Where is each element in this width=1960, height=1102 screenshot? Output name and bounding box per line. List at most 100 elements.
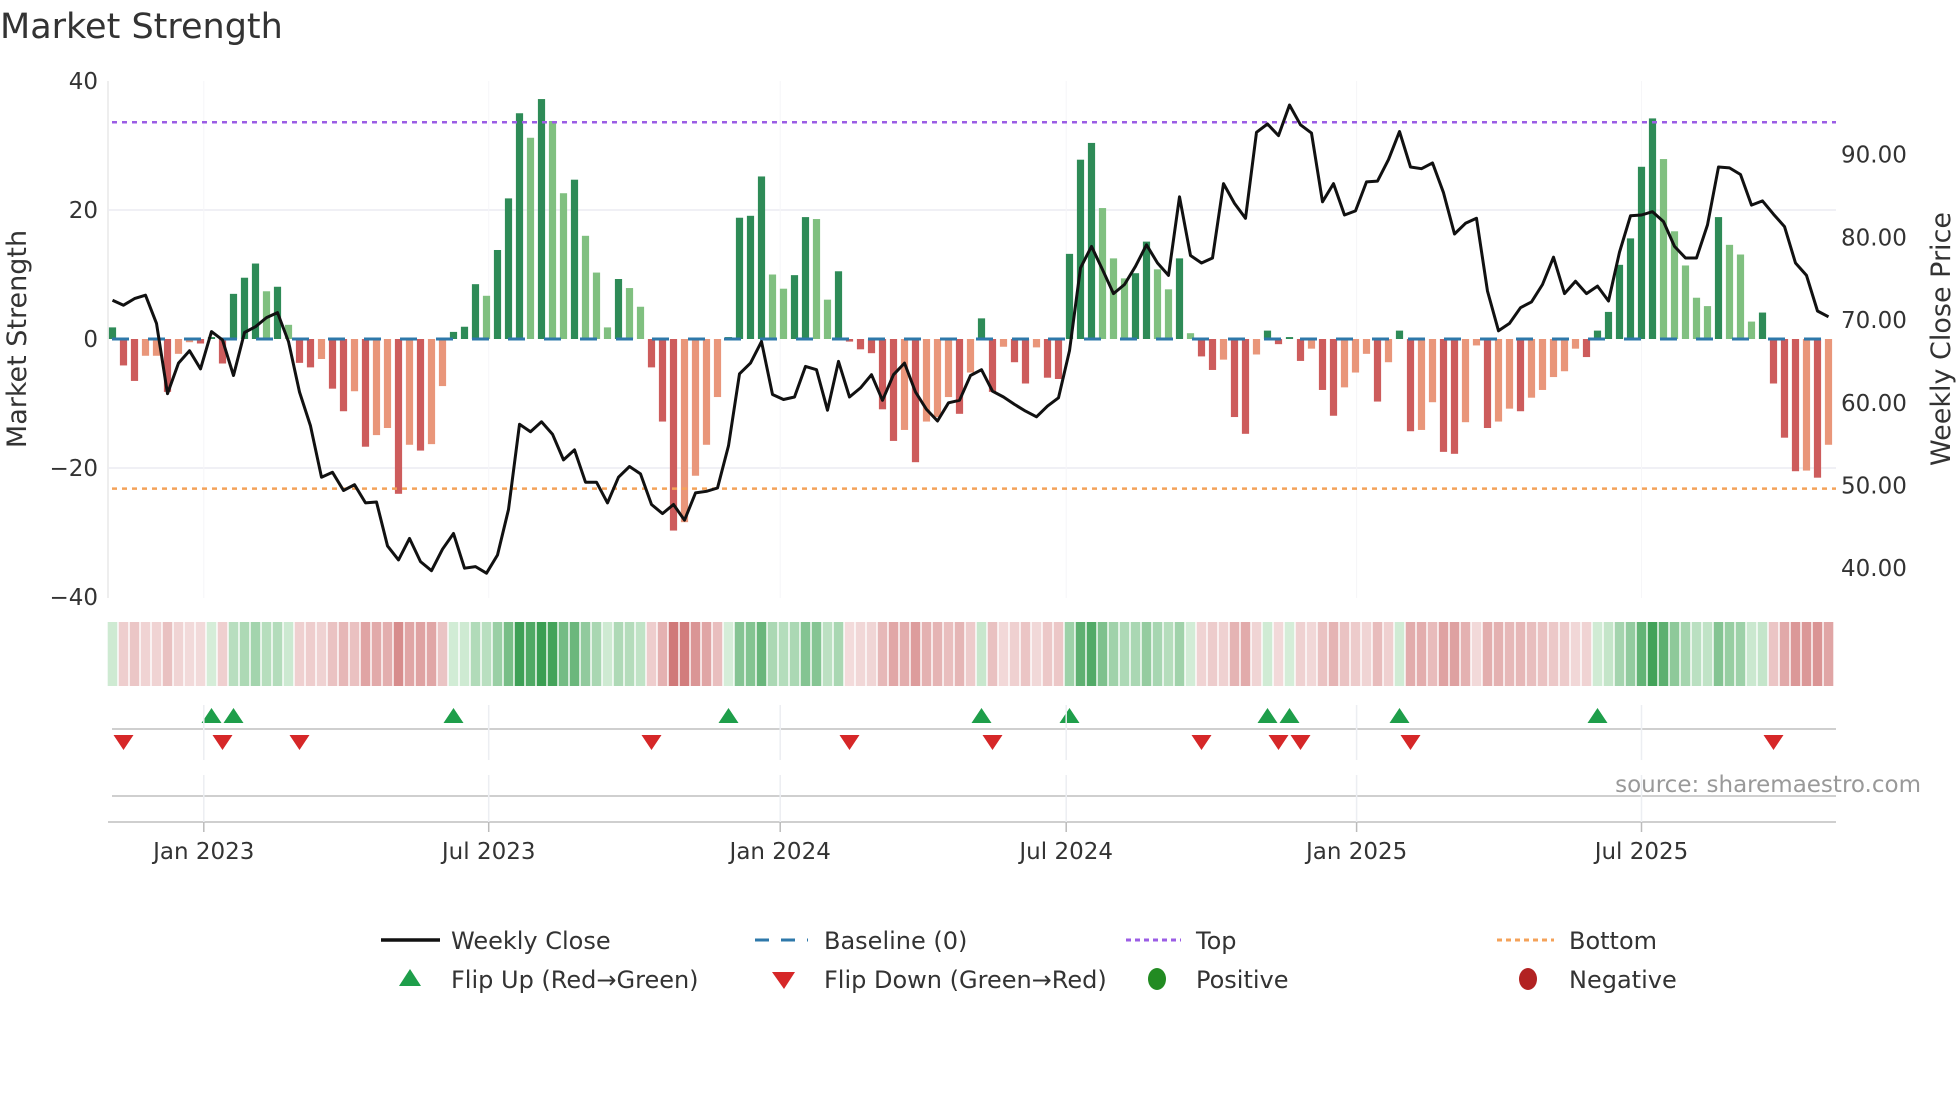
strip-cell (965, 622, 976, 686)
strip-cell (1482, 622, 1493, 686)
strip-cell (1185, 622, 1196, 686)
strip-cell (1680, 622, 1691, 686)
bar-positive (1626, 238, 1635, 339)
bar-negative (1219, 339, 1228, 360)
strip-cell (1042, 622, 1053, 686)
bar-positive (559, 193, 568, 339)
strip-cell (1438, 622, 1449, 686)
strip-cell (1108, 622, 1119, 686)
legend-label: Positive (1196, 966, 1289, 994)
bar-negative (394, 339, 403, 494)
x-tick-label: Jan 2023 (151, 839, 254, 865)
reference-lines (112, 121, 1836, 490)
strip-cell (107, 622, 118, 686)
bar-negative (1241, 339, 1250, 434)
strip-cell (151, 622, 162, 686)
strip-cell (1130, 622, 1141, 686)
flip-up-marker (718, 708, 739, 723)
bar-negative (306, 339, 315, 368)
bar-negative (1054, 339, 1063, 379)
strip-cell (272, 622, 283, 686)
strip-cell (580, 622, 591, 686)
strip-cell (1152, 622, 1163, 686)
flip-down-marker (1400, 735, 1421, 750)
bar-positive (768, 274, 777, 339)
bar-negative (1373, 339, 1382, 402)
strip-cell (1460, 622, 1471, 686)
y2-axis-ticks: 90.00 80.00 70.00 60.00 50.00 40.00 (1841, 143, 1907, 583)
strip-cell (855, 622, 866, 686)
bar-positive (229, 293, 238, 339)
strip-cell (514, 622, 525, 686)
strip-cell (536, 622, 547, 686)
bar-positive (581, 235, 590, 339)
strip-cell (943, 622, 954, 686)
bar-negative (1824, 339, 1833, 445)
bar-positive (1703, 306, 1712, 339)
legend-label: Weekly Close (451, 927, 611, 955)
bar-negative (1010, 339, 1019, 363)
strength-heat-strip (107, 622, 1834, 686)
bar-negative (1527, 339, 1536, 398)
bar-positive (801, 217, 810, 339)
market-strength-chart: Market Strength Market Strength Weekly C… (0, 7, 1957, 994)
legend-item-bottom: Bottom (1497, 927, 1657, 955)
strip-cell (789, 622, 800, 686)
strip-cell (1570, 622, 1581, 686)
bar-positive (603, 327, 612, 339)
bar-negative (702, 339, 711, 445)
bar-negative (1791, 339, 1800, 472)
strip-cell (404, 622, 415, 686)
strip-cell (1768, 622, 1779, 686)
y2-tick-label: 80.00 (1841, 225, 1907, 251)
x-tick-label: Jul 2025 (1593, 839, 1689, 865)
strip-cell (602, 622, 613, 686)
strip-cell (1735, 622, 1746, 686)
bar-positive (1692, 297, 1701, 339)
strip-cell (426, 622, 437, 686)
bar-negative (933, 339, 942, 418)
bar-negative (1483, 339, 1492, 429)
strip-cell (1669, 622, 1680, 686)
strip-cell (1713, 622, 1724, 686)
strip-cell (140, 622, 151, 686)
strip-cell (118, 622, 129, 686)
bar-positive (108, 327, 117, 339)
flip-up-marker (1279, 708, 1300, 723)
bar-negative (1230, 339, 1239, 418)
bar-negative (350, 339, 359, 392)
bar-positive (1681, 265, 1690, 339)
bar-positive (823, 299, 832, 339)
strip-cell (1383, 622, 1394, 686)
bar-negative (1296, 339, 1305, 361)
bar-positive (1747, 321, 1756, 339)
bar-positive (1736, 254, 1745, 339)
bar-positive (1087, 142, 1096, 339)
bar-negative (680, 339, 689, 523)
y2-tick-label: 60.00 (1841, 391, 1907, 417)
strip-cell (470, 622, 481, 686)
triangle-down-icon (772, 972, 795, 989)
strip-cell (316, 622, 327, 686)
bar-positive (1615, 264, 1624, 339)
strip-cell (360, 622, 371, 686)
strip-cell (1471, 622, 1482, 686)
strip-cell (1592, 622, 1603, 686)
flip-down-marker (641, 735, 662, 750)
bar-negative (295, 339, 304, 363)
bar-positive (570, 179, 579, 339)
legend-item-flip-down: Flip Down (Green→Red) (772, 966, 1107, 994)
y-tick-label: 0 (83, 327, 98, 353)
strip-cell (1273, 622, 1284, 686)
strip-cell (1295, 622, 1306, 686)
legend-item-flip-up: Flip Up (Red→Green) (399, 966, 699, 994)
strip-cell (184, 622, 195, 686)
strip-cell (371, 622, 382, 686)
bar-negative (955, 339, 964, 414)
bar-positive (1164, 289, 1173, 339)
legend-item-baseline: Baseline (0) (755, 927, 967, 955)
bar-positive (1758, 312, 1767, 339)
strip-cell (1361, 622, 1372, 686)
x-tick-label: Jan 2024 (728, 839, 831, 865)
strip-cell (1779, 622, 1790, 686)
